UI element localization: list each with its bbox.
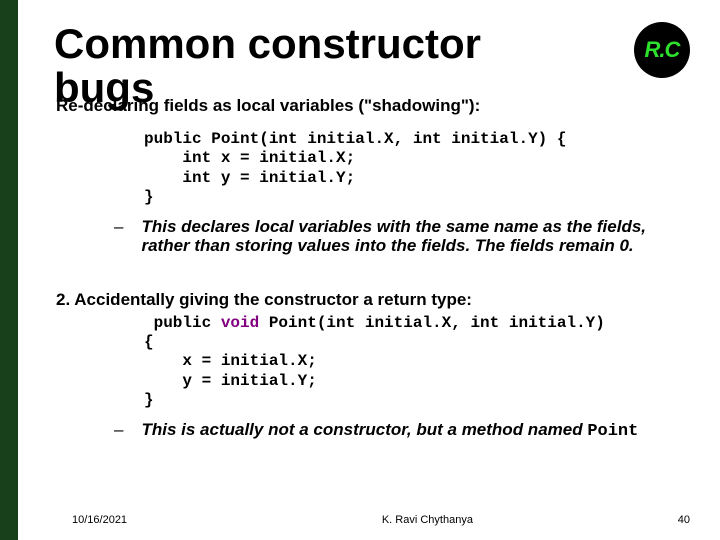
footer: 10/16/2021 K. Ravi Chythanya 40 <box>72 514 690 526</box>
footer-author: K. Ravi Chythanya <box>382 514 473 526</box>
bullet-1-text: This declares local variables with the s… <box>141 217 660 256</box>
title-line-1: Common constructor <box>54 20 481 67</box>
section-2-heading: 2. Accidentally giving the constructor a… <box>56 290 690 310</box>
footer-page-number: 40 <box>678 514 690 526</box>
code-2-pre: public <box>144 314 221 332</box>
bullet-1: – This declares local variables with the… <box>114 217 660 256</box>
logo-badge: R.C <box>634 22 690 78</box>
bullet-dash-icon: – <box>114 420 123 442</box>
bullet-2-pre: This is actually not a constructor, but … <box>141 420 587 439</box>
slide: R.C Common constructor bugs Re-declaring… <box>0 0 720 540</box>
bullet-2-mono: Point <box>587 422 638 441</box>
footer-date: 10/16/2021 <box>72 514 127 526</box>
bullet-dash-icon: – <box>114 217 123 256</box>
bullet-2: – This is actually not a constructor, bu… <box>114 420 660 442</box>
bullet-2-text: This is actually not a constructor, but … <box>141 420 638 442</box>
code-block-1: public Point(int initial.X, int initial.… <box>144 130 690 207</box>
logo-text: R.C <box>645 37 680 63</box>
section-1-heading: Re-declaring fields as local variables (… <box>56 96 690 116</box>
code-2-keyword: void <box>221 314 259 332</box>
code-block-2: public void Point(int initial.X, int ini… <box>144 314 690 410</box>
